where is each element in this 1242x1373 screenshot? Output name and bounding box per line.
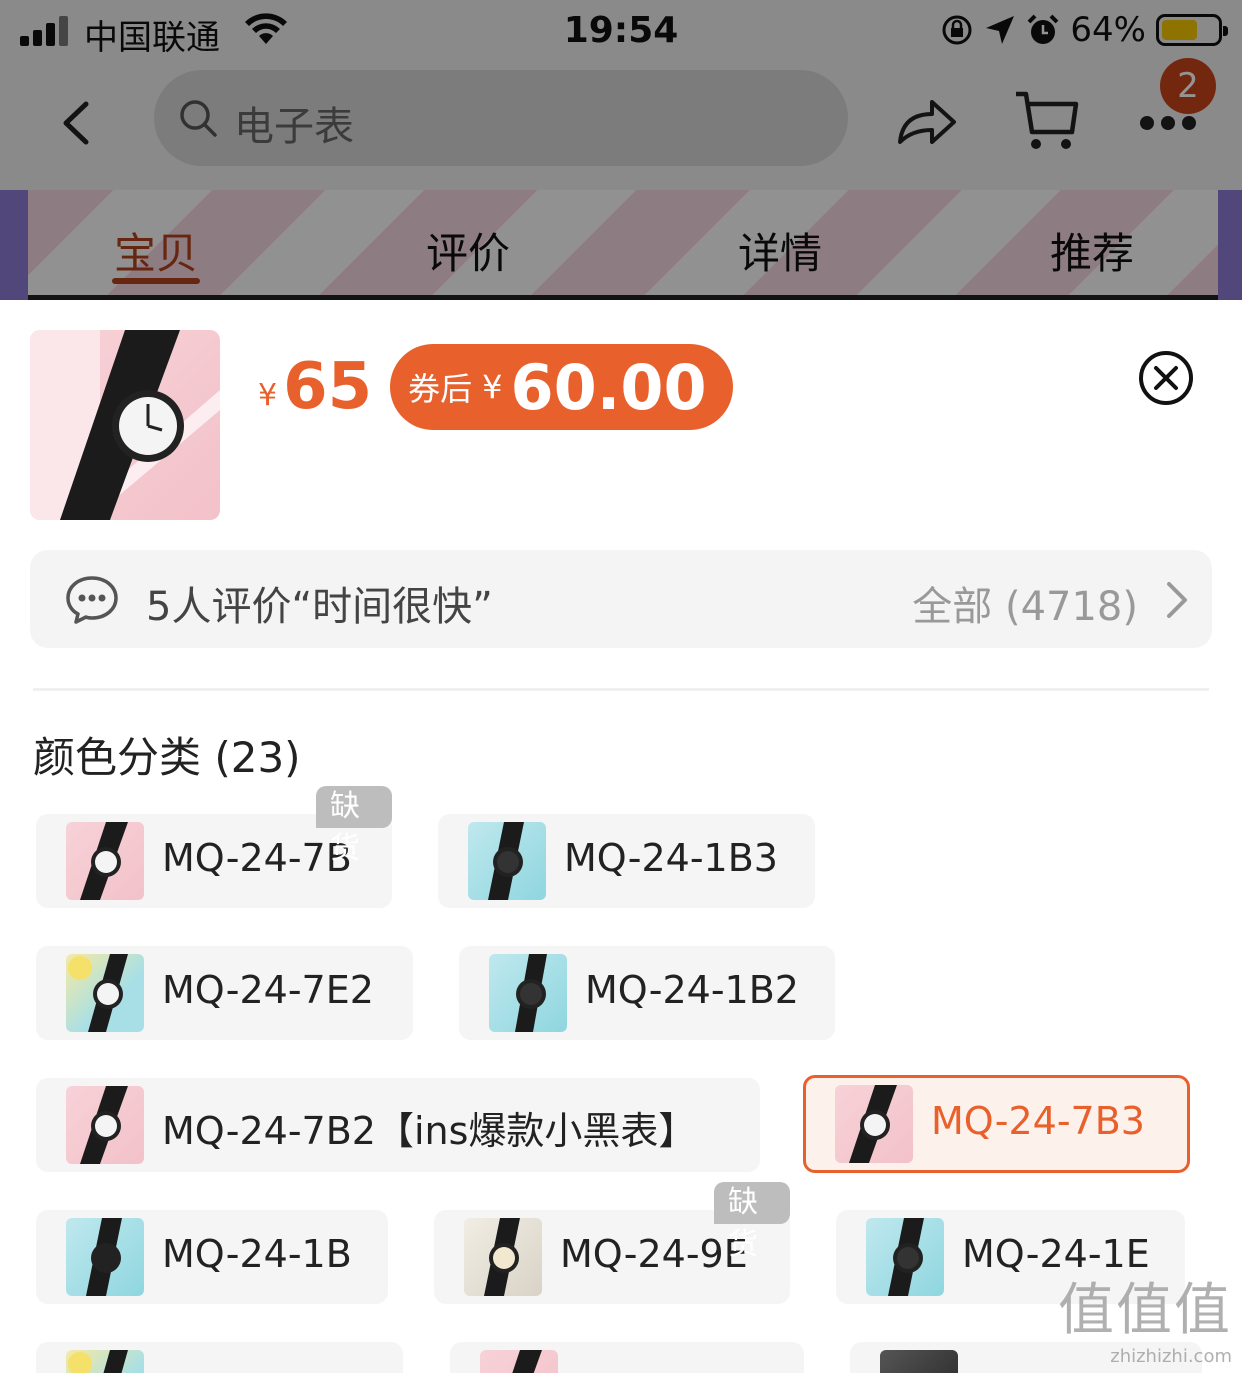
sku-label: MQ-24-1B2 [585,968,799,1012]
coupon-price-badge: 券后 ¥ 60.00 [390,344,733,430]
watermark-url: zhizhizhi.com [1110,1346,1232,1367]
sku-thumbnail [66,954,144,1032]
sku-thumbnail [880,1350,958,1373]
price-row: ¥ 65 券后 ¥ 60.00 [258,344,733,430]
out-of-stock-tag: 缺货 [316,786,392,866]
price-value: 65 [283,350,373,424]
sku-sheet: ¥ 65 券后 ¥ 60.00 5人评价“时间很快” 全部 (4718) 颜色分… [0,300,1242,1373]
sku-thumbnail [489,954,567,1032]
sku-option[interactable]: MQ-24-1B [36,1210,388,1304]
background-page: 中国联通 19:54 64% 电子表 2 宝贝 评价 详情 推荐 [0,0,1242,300]
divider [33,688,1209,691]
coupon-label: 券后 [408,370,473,408]
sku-option-selected[interactable]: MQ-24-7B3 [803,1075,1190,1173]
color-category-title: 颜色分类 (23) [33,733,301,782]
sku-thumbnail [835,1085,913,1163]
sku-thumbnail [464,1218,542,1296]
sku-option[interactable]: MQ-24-7E2 [36,946,413,1040]
review-all-link[interactable]: 全部 (4718) [912,574,1138,632]
review-highlight: 5人评价“时间很快” [146,584,493,630]
sku-option[interactable]: MQ-24-9E 缺货 [434,1182,790,1304]
sku-label: MQ-24-7B2【ins爆款小黑表】 [162,1109,697,1153]
sku-label: MQ-24-1B3 [564,836,778,880]
sku-label: MQ-24-7B3 [931,1099,1145,1143]
sku-thumbnail [866,1218,944,1296]
watermark: 值值值 zhizhizhi.com [1058,1265,1232,1367]
dim-overlay[interactable] [0,0,1242,300]
sku-label: MQ-24-7B [162,836,352,880]
sku-label: MQ-24-9E [560,1232,748,1276]
review-summary-bar[interactable]: 5人评价“时间很快” 全部 (4718) [30,550,1212,648]
sku-option[interactable]: MQ-24-1B3 [438,814,815,908]
coupon-currency: ¥ [482,368,503,406]
sku-option[interactable] [450,1342,804,1373]
watch-image [30,330,220,520]
sku-option[interactable] [36,1342,403,1373]
close-icon[interactable] [1138,350,1194,406]
price-currency: ¥ [258,377,278,413]
product-thumbnail[interactable] [30,330,220,520]
sku-label: MQ-24-1B [162,1232,352,1276]
sku-option[interactable]: MQ-24-7B 缺货 [36,786,392,908]
sku-option[interactable]: MQ-24-7B2【ins爆款小黑表】 [36,1078,760,1172]
sku-thumbnail [480,1350,558,1373]
sku-thumbnail [66,822,144,900]
comment-icon [66,576,118,624]
coupon-price: 60.00 [510,350,707,424]
sku-thumbnail [66,1086,144,1164]
chevron-right-icon [1167,582,1187,618]
sku-label: MQ-24-7E2 [162,968,374,1012]
sku-thumbnail [468,822,546,900]
sku-thumbnail [66,1218,144,1296]
out-of-stock-tag: 缺货 [714,1182,790,1262]
sku-thumbnail [66,1350,144,1373]
sku-option[interactable]: MQ-24-1B2 [459,946,835,1040]
watermark-logo: 值值值 [1058,1278,1232,1343]
